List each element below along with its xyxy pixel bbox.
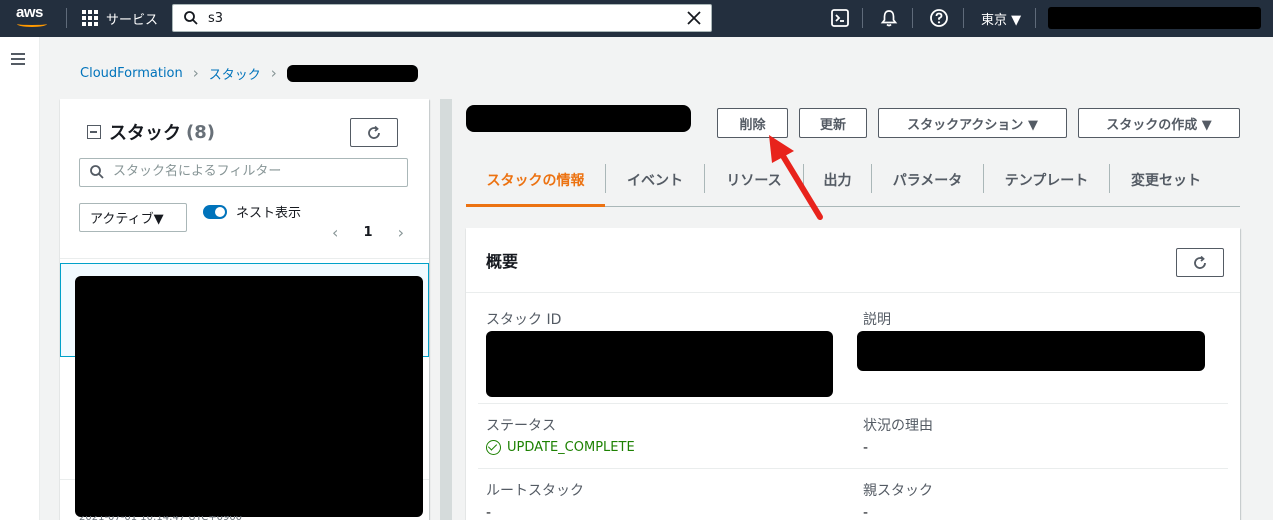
refresh-icon	[1194, 255, 1206, 269]
top-navigation: aws サービス 東京 ▼	[0, 0, 1273, 37]
side-navigation-strip	[0, 37, 40, 520]
services-label: サービス	[106, 12, 159, 28]
nav-divider	[1035, 8, 1036, 28]
breadcrumb-cloudformation[interactable]: CloudFormation	[80, 66, 183, 81]
overview-panel: 概要 スタック ID 説明 ステータス UPDATE_COMPLETE 状況の理…	[466, 228, 1240, 520]
nav-divider	[963, 8, 964, 28]
tab-events[interactable]: イベント	[606, 155, 704, 205]
global-search-box[interactable]	[172, 4, 712, 32]
parent-stack-value: -	[863, 505, 869, 520]
check-circle-icon	[486, 440, 501, 455]
overview-header-divider	[466, 292, 1240, 293]
status-label: ステータス	[486, 418, 556, 434]
description-label: 説明	[863, 312, 891, 328]
pagination: ‹ 1 ›	[332, 223, 404, 242]
row-divider	[478, 403, 1228, 404]
collapse-icon[interactable]	[87, 125, 101, 139]
stack-list-title: スタック	[109, 123, 181, 144]
menu-icon[interactable]	[11, 53, 25, 65]
panel-splitter[interactable]	[440, 99, 452, 520]
status-value: UPDATE_COMPLETE	[507, 440, 635, 455]
stack-count: (8)	[186, 121, 215, 143]
stack-actions-button[interactable]: スタックアクション ▼	[878, 108, 1067, 138]
grid-icon	[82, 9, 99, 27]
nav-divider	[66, 8, 67, 28]
account-menu-redacted[interactable]	[1048, 7, 1261, 29]
nav-divider	[862, 8, 863, 28]
breadcrumb: CloudFormation › スタック ›	[80, 64, 418, 83]
aws-smile-icon	[17, 21, 47, 27]
help-icon[interactable]	[929, 8, 949, 28]
breadcrumb-stacks[interactable]: スタック	[209, 64, 261, 83]
tab-change-sets[interactable]: 変更セット	[1110, 155, 1222, 205]
region-selector[interactable]: 東京 ▼	[981, 9, 1021, 28]
overview-title: 概要	[486, 252, 519, 271]
stack-id-value-redacted	[486, 331, 833, 397]
nested-view-toggle[interactable]: ネスト表示	[203, 202, 301, 221]
tab-parameters[interactable]: パラメータ	[872, 155, 983, 205]
root-stack-value: -	[486, 505, 492, 520]
status-reason-label: 状況の理由	[863, 418, 933, 434]
close-icon[interactable]	[685, 9, 703, 27]
services-menu-button[interactable]: サービス	[82, 8, 158, 28]
description-value-redacted	[857, 331, 1205, 371]
aws-logo-text: aws	[16, 4, 43, 21]
list-divider	[60, 258, 429, 259]
current-page[interactable]: 1	[363, 225, 372, 240]
stack-list-redacted	[75, 276, 423, 517]
global-search-input[interactable]	[208, 8, 668, 28]
status-badge: UPDATE_COMPLETE	[486, 440, 635, 455]
nested-view-label: ネスト表示	[236, 206, 302, 221]
nav-divider	[912, 8, 913, 28]
aws-logo[interactable]: aws	[16, 5, 50, 31]
stack-filter-box[interactable]	[79, 158, 408, 187]
create-stack-button[interactable]: スタックの作成 ▼	[1078, 108, 1240, 138]
breadcrumb-current-redacted	[286, 64, 418, 82]
root-stack-label: ルートスタック	[486, 483, 584, 499]
row-divider	[478, 468, 1228, 469]
search-icon	[184, 11, 198, 25]
refresh-icon	[368, 125, 380, 139]
tab-template[interactable]: テンプレート	[984, 155, 1109, 205]
tab-stack-info[interactable]: スタックの情報	[466, 155, 605, 207]
annotation-arrow-icon	[769, 135, 823, 220]
chevron-right-icon: ›	[192, 64, 199, 82]
cloudshell-icon[interactable]	[830, 8, 850, 28]
chevron-right-icon[interactable]: ›	[398, 223, 404, 242]
stack-list-panel: スタック (8) アクティブ▼ ネスト表示 ‹ 1 › 2021-07-01 1…	[60, 99, 429, 520]
refresh-overview-button[interactable]	[1176, 248, 1224, 277]
stack-id-label: スタック ID	[486, 312, 562, 328]
stack-name-title-redacted	[466, 105, 691, 132]
parent-stack-label: 親スタック	[863, 483, 933, 499]
status-reason-value: -	[863, 440, 869, 456]
toggle-switch[interactable]	[203, 204, 227, 219]
refresh-stacks-button[interactable]	[350, 118, 398, 147]
stack-filter-input[interactable]	[113, 164, 393, 179]
status-filter-select[interactable]: アクティブ▼	[79, 203, 187, 232]
search-icon	[90, 165, 104, 179]
chevron-left-icon[interactable]: ‹	[332, 223, 338, 242]
chevron-right-icon: ›	[270, 64, 277, 82]
stack-detail-tabs: スタックの情報 イベント リソース 出力 パラメータ テンプレート 変更セット	[466, 155, 1240, 207]
stack-list-header: スタック (8)	[87, 119, 215, 145]
stack-timestamp: 2021-07-01 10:14:47 UTC+0900	[79, 516, 242, 520]
bell-icon[interactable]	[879, 8, 899, 28]
